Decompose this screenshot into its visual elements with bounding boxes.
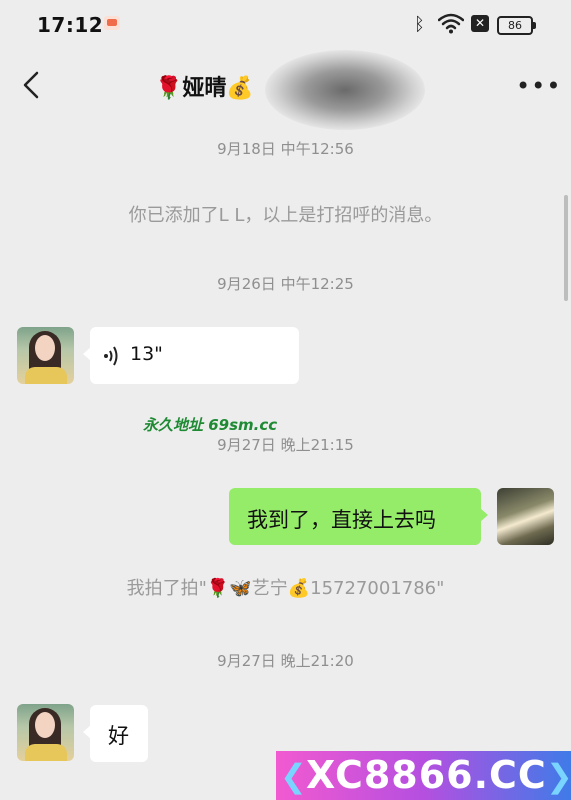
status-bar: 17:12 ᛒ ✕ 86 <box>0 0 571 50</box>
timestamp: 9月18日 中午12:56 <box>217 140 354 158</box>
my-avatar[interactable] <box>497 488 554 545</box>
system-message: 你已添加了L L，以上是打招呼的消息。 <box>128 205 443 226</box>
voice-wave-icon <box>104 346 118 366</box>
voice-message-bubble[interactable]: 13" <box>83 327 299 384</box>
close-box-icon: ✕ <box>471 15 489 32</box>
chevron-left-icon: ❮ <box>280 757 307 795</box>
outgoing-text-bubble[interactable]: 我到了，直接上去吗 <box>229 488 488 545</box>
battery-icon: 86 <box>497 16 536 35</box>
message-text: 我到了，直接上去吗 <box>247 508 436 532</box>
voice-duration: 13" <box>130 343 163 365</box>
incoming-text-bubble[interactable]: 好 <box>83 705 148 762</box>
timestamp: 9月26日 中午12:25 <box>217 275 354 293</box>
app-notification-icon <box>104 16 120 30</box>
chat-title: 🌹娅晴💰 <box>155 76 254 101</box>
message-text: 好 <box>108 724 129 748</box>
status-time: 17:12 <box>37 13 104 37</box>
redaction-scribble <box>265 50 425 130</box>
watermark-brand-text: XC8866.CC <box>306 753 547 797</box>
pat-system-message: 我拍了拍"🌹🦋艺宁💰15727001786" <box>126 578 445 599</box>
more-options-icon[interactable]: ••• <box>516 72 561 100</box>
chevron-right-icon: ❯ <box>546 757 571 795</box>
bluetooth-icon: ᛒ <box>414 14 425 35</box>
timestamp: 9月27日 晚上21:15 <box>217 436 354 454</box>
timestamp: 9月27日 晚上21:20 <box>217 652 354 670</box>
watermark-banner: ❮ XC8866.CC ❯ <box>276 751 571 800</box>
contact-avatar[interactable] <box>17 327 74 384</box>
wifi-icon <box>438 13 464 34</box>
chevron-left-icon[interactable] <box>20 70 42 100</box>
watermark-site-text: 永久地址 69sm.cc <box>143 416 278 434</box>
chat-header: 🌹娅晴💰 ••• <box>0 50 571 130</box>
contact-avatar[interactable] <box>17 704 74 761</box>
